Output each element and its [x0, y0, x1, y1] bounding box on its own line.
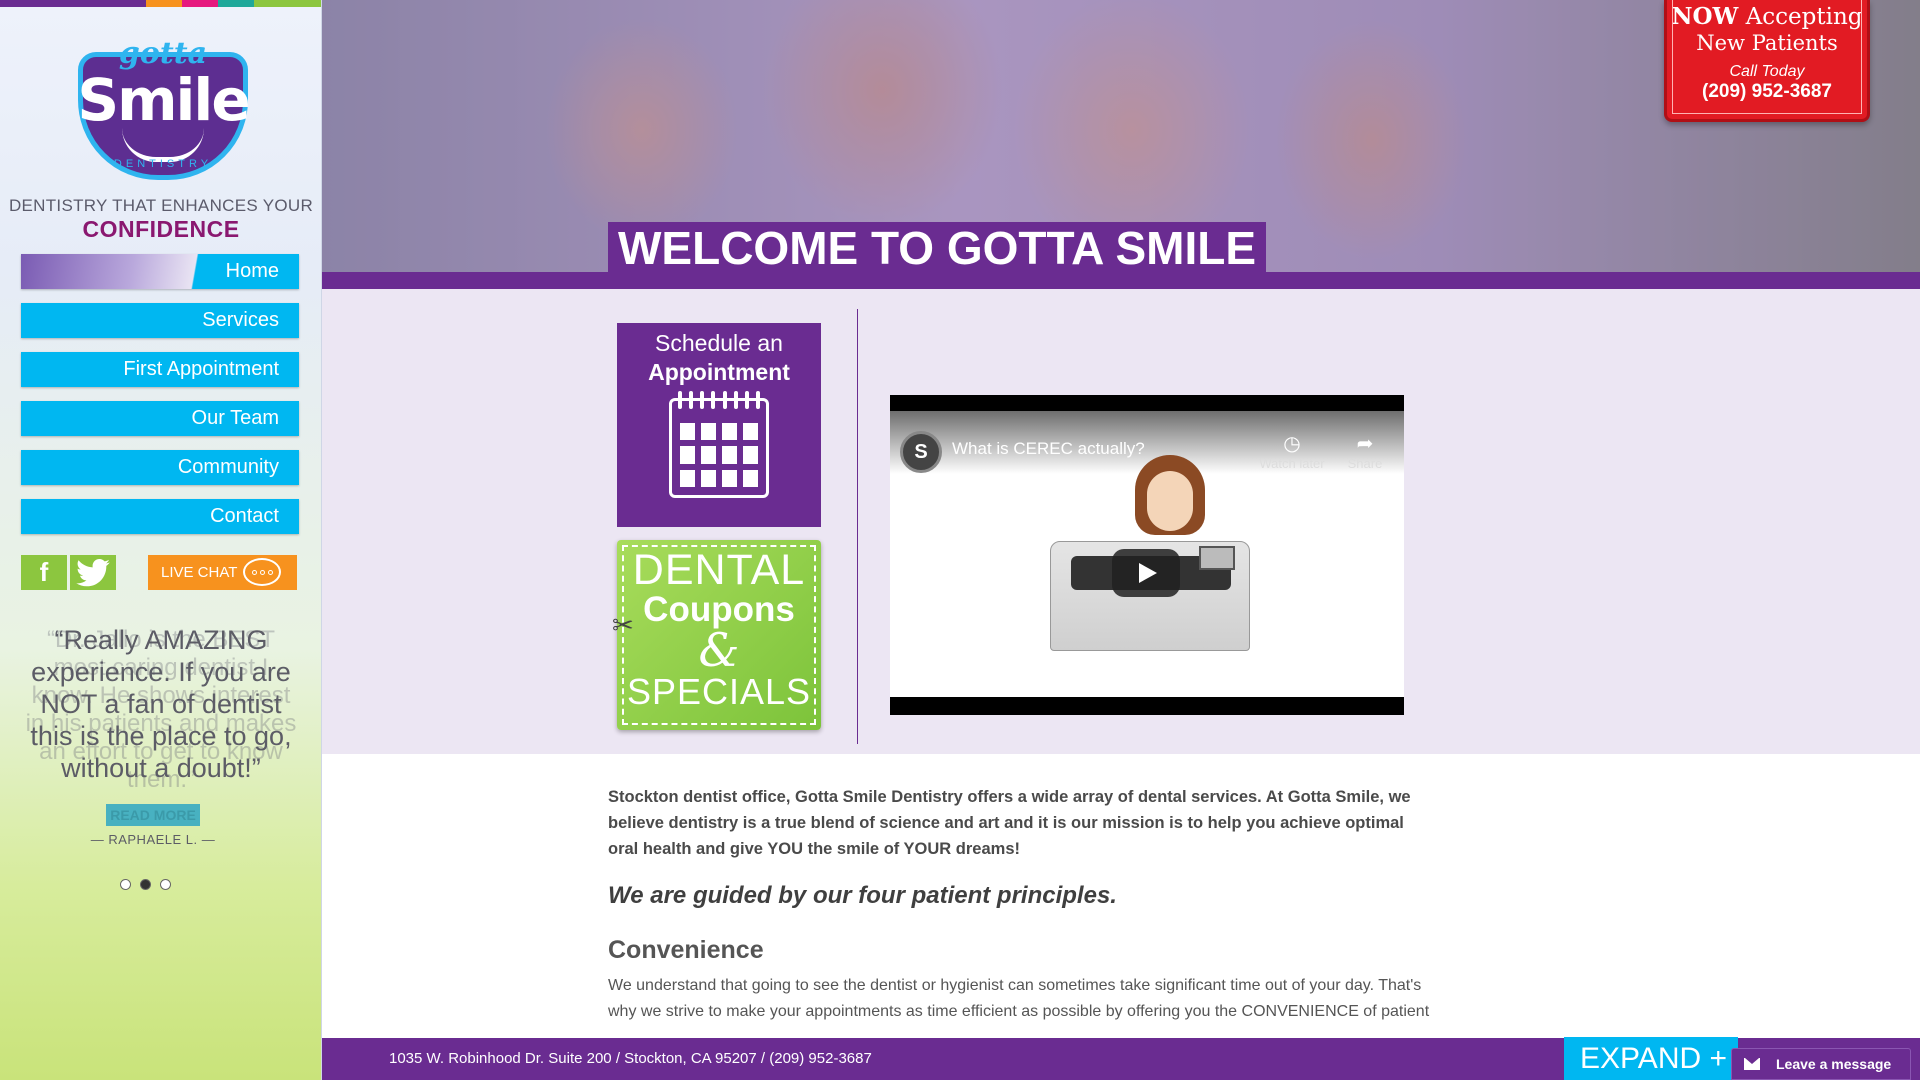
chat-bubble-icon	[243, 558, 281, 586]
testimonial-quote: “Really AMAZING experience. If you are N…	[30, 625, 292, 783]
share-label: Share	[1347, 456, 1383, 471]
social-links: f	[21, 555, 116, 590]
footer-address: 1035 W. Robinhood Dr. Suite 200 / Stockt…	[389, 1050, 872, 1067]
footer-bar: 1035 W. Robinhood Dr. Suite 200 / Stockt…	[322, 1037, 1920, 1080]
hero-bar	[322, 272, 1920, 289]
watch-later-button[interactable]: ◷ Watch later	[1252, 431, 1332, 471]
schedule-appointment-button[interactable]: Schedule an Appointment	[617, 323, 821, 527]
dental-coupons-button[interactable]: DENTAL Coupons & SPECIALS	[617, 540, 821, 730]
twitter-icon[interactable]	[70, 555, 116, 590]
leave-message-label: Leave a message	[1776, 1056, 1892, 1072]
convenience-heading: Convenience	[608, 936, 764, 964]
video-title[interactable]: What is CEREC actually?	[952, 439, 1145, 459]
channel-avatar[interactable]: S	[900, 431, 942, 473]
principles-heading: We are guided by our four patient princi…	[608, 882, 1117, 909]
share-icon: ➦	[1356, 433, 1374, 455]
share-button[interactable]: ➦ Share	[1340, 431, 1390, 471]
calendar-icon	[669, 391, 769, 498]
testimonial-author: — RAPHAELE L. —	[90, 832, 216, 847]
schedule-line2: Appointment	[648, 359, 790, 385]
main-nav: Home Services First Appointment Our Team…	[21, 254, 299, 548]
now-accepting-badge[interactable]: NOW Accepting New Patients Call Today (2…	[1664, 0, 1870, 122]
live-chat-button[interactable]: LIVE CHAT	[148, 555, 297, 590]
nav-item-home[interactable]: Home	[21, 254, 299, 289]
video-screen[interactable]: S What is CEREC actually? ◷ Watch later ➦…	[890, 411, 1404, 697]
tagline-emphasis: CONFIDENCE	[82, 216, 240, 242]
welcome-heading: WELCOME TO GOTTA SMILE	[608, 222, 1267, 274]
live-chat-label: LIVE CHAT	[161, 564, 238, 581]
read-more-button[interactable]: READ MORE	[106, 804, 200, 826]
scissors-icon: ✂	[612, 610, 634, 640]
facebook-icon[interactable]: f	[21, 555, 67, 590]
coupon-dashed-border	[622, 545, 816, 725]
nav-item-services[interactable]: Services	[21, 303, 299, 338]
logo-dentistry-text: DENTISTRY	[113, 158, 213, 170]
expand-button[interactable]: EXPAND +	[1564, 1037, 1738, 1080]
convenience-paragraph: We understand that going to see the dent…	[608, 977, 1430, 1020]
watch-later-label: Watch later	[1259, 456, 1325, 471]
vertical-divider	[857, 309, 858, 744]
welcome-prefix: WELCOME TO	[618, 222, 947, 274]
clock-icon: ◷	[1283, 433, 1301, 455]
leave-message-button[interactable]: Leave a message	[1731, 1048, 1911, 1080]
video-character	[1135, 455, 1205, 555]
nav-item-community[interactable]: Community	[21, 450, 299, 485]
logo[interactable]: gotta Smile DENTISTRY	[70, 36, 256, 186]
schedule-line1: Schedule an	[655, 330, 783, 356]
pager-dot[interactable]	[120, 879, 131, 890]
welcome-brand: GOTTA SMILE	[946, 222, 1257, 274]
color-strip	[0, 0, 321, 7]
intro-paragraph: Stockton dentist office, Gotta Smile Den…	[608, 788, 1411, 858]
badge-border	[1672, 0, 1862, 114]
play-icon[interactable]	[1112, 549, 1180, 597]
sidebar: gotta Smile DENTISTRY DENTISTRY THAT ENH…	[0, 0, 322, 1080]
tagline: DENTISTRY THAT ENHANCES YOUR	[8, 196, 314, 215]
nav-item-contact[interactable]: Contact	[21, 499, 299, 534]
nav-item-our-team[interactable]: Our Team	[21, 401, 299, 436]
nav-item-first-appointment[interactable]: First Appointment	[21, 352, 299, 387]
main-content: Stockton dentist office, Gotta Smile Den…	[608, 784, 1438, 1025]
envelope-icon	[1744, 1058, 1760, 1070]
pager-dot-active[interactable]	[140, 879, 151, 890]
testimonial-pager	[120, 879, 171, 890]
logo-smile-text: Smile	[77, 66, 250, 134]
pager-dot[interactable]	[160, 879, 171, 890]
video-player[interactable]: S What is CEREC actually? ◷ Watch later ➦…	[890, 395, 1404, 715]
